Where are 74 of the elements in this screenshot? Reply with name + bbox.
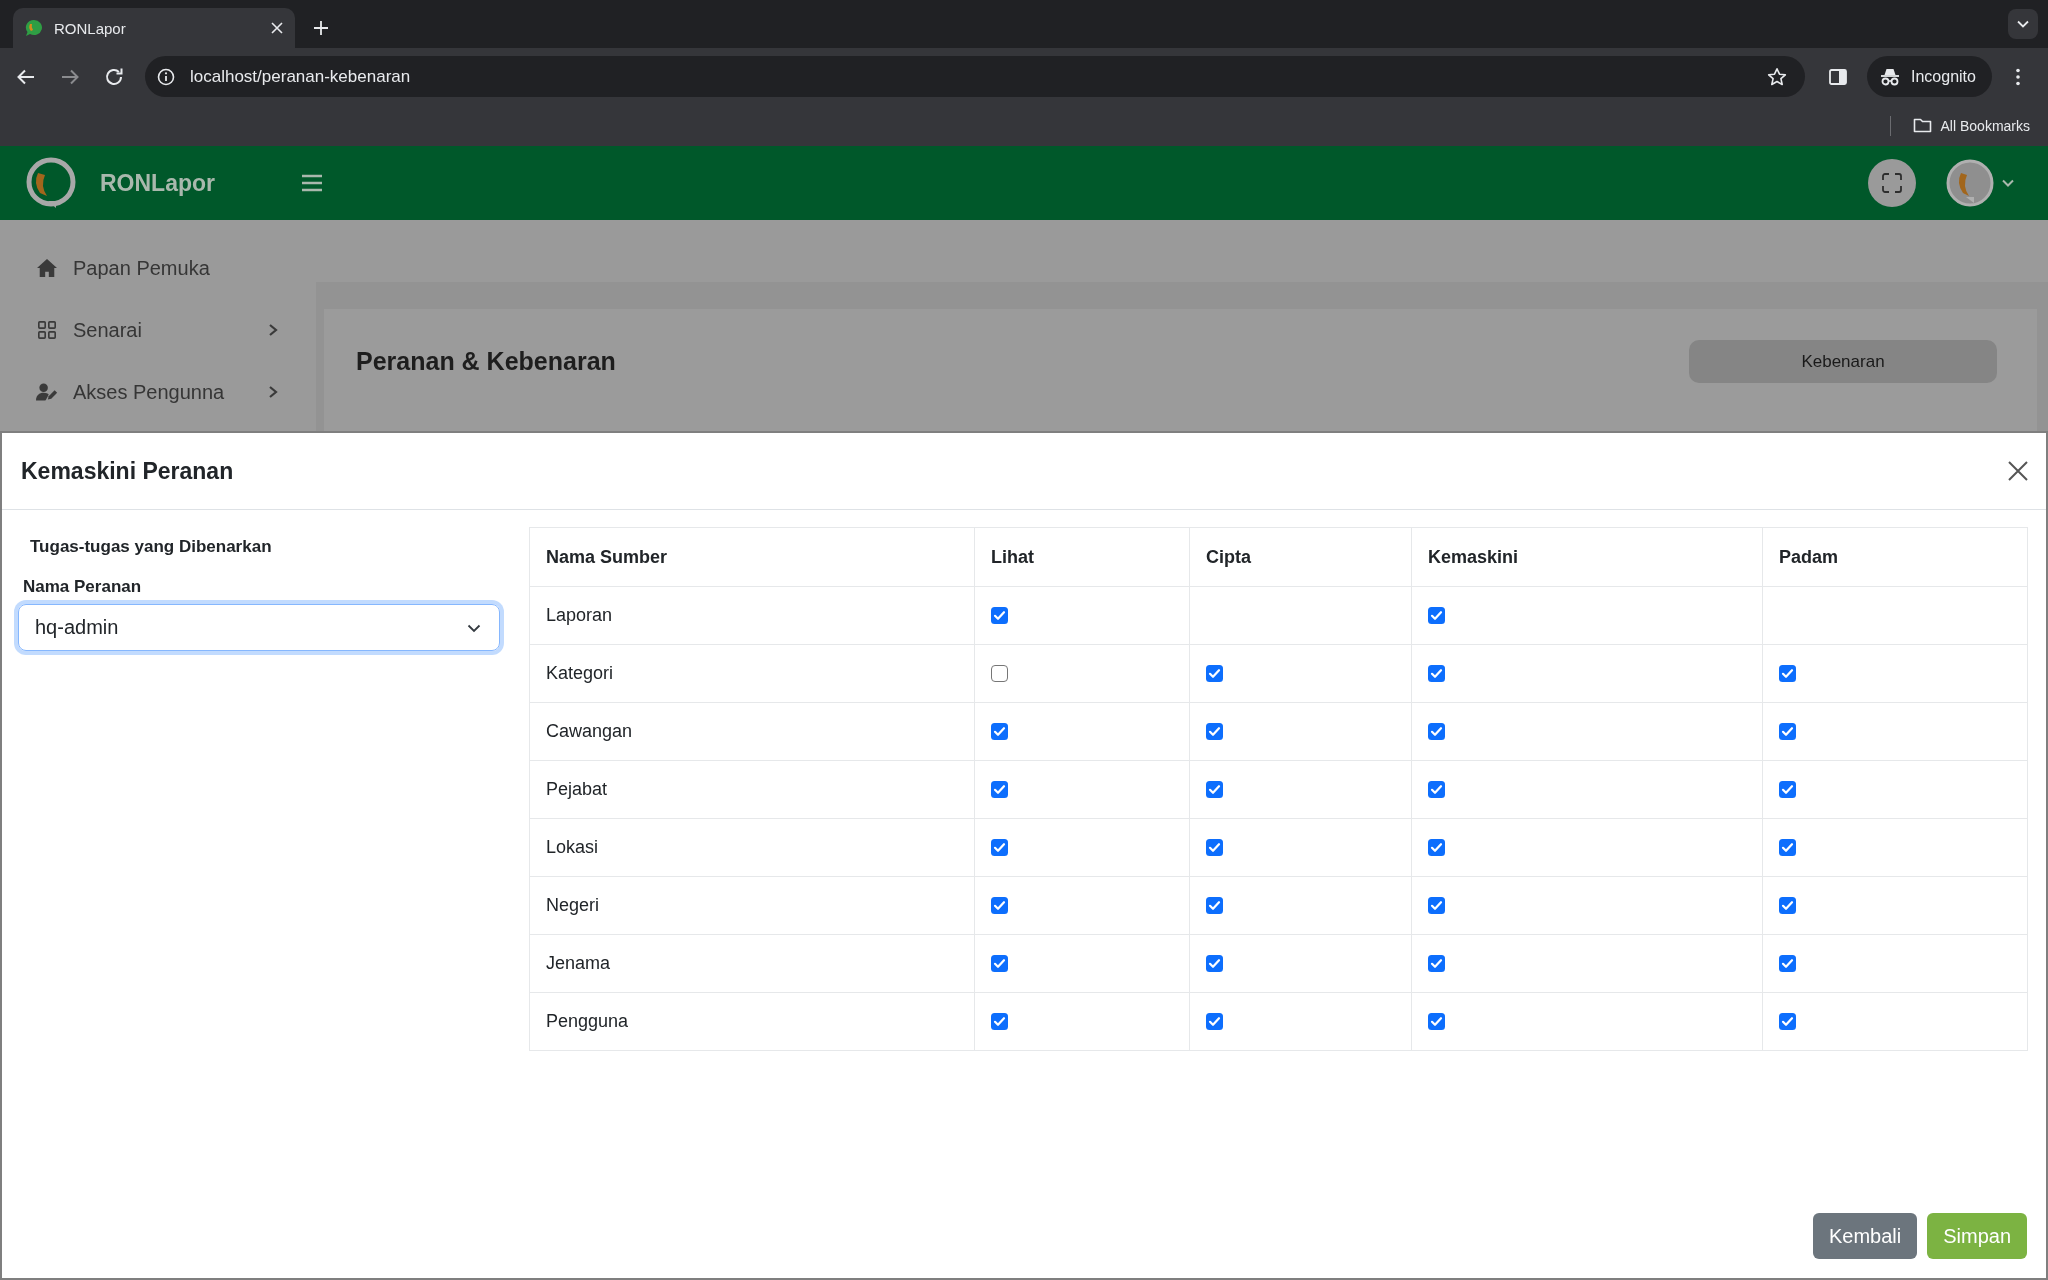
menu-icon[interactable] xyxy=(301,173,323,193)
tab-search-button[interactable] xyxy=(2008,9,2038,39)
checkbox[interactable] xyxy=(1779,665,1796,682)
checkbox[interactable] xyxy=(1779,897,1796,914)
sidebar-item[interactable]: Papan Pemuka xyxy=(0,237,316,299)
checkbox[interactable] xyxy=(1206,781,1223,798)
column-header: Padam xyxy=(1762,527,2028,587)
checkbox[interactable] xyxy=(1206,665,1223,682)
favicon-icon xyxy=(25,19,43,37)
save-button[interactable]: Simpan xyxy=(1927,1213,2027,1259)
bookmarks-folder[interactable]: All Bookmarks xyxy=(1912,117,2030,134)
table-cell: Pengguna xyxy=(529,992,975,1051)
checkbox[interactable] xyxy=(1428,665,1445,682)
table-cell: Negeri xyxy=(529,876,975,935)
back-button[interactable]: Kembali xyxy=(1812,1213,1918,1259)
checkbox[interactable] xyxy=(1779,781,1796,798)
permissions-button[interactable]: Kebenaran xyxy=(1689,340,1997,383)
checkbox[interactable] xyxy=(991,781,1008,798)
user-edit-icon xyxy=(36,382,58,402)
plus-icon[interactable] xyxy=(313,20,329,36)
table-cell: Cawangan xyxy=(529,702,975,761)
checkbox[interactable] xyxy=(1428,955,1445,972)
incognito-button[interactable]: Incognito xyxy=(1867,56,1992,97)
sidebar-item[interactable]: Akses Pengunna xyxy=(0,361,316,423)
house-icon xyxy=(36,258,58,278)
checkbox[interactable] xyxy=(1206,1013,1223,1030)
info-icon[interactable] xyxy=(157,67,175,86)
checkbox[interactable] xyxy=(1428,897,1445,914)
logo-icon[interactable] xyxy=(24,156,78,210)
section-title: Tugas-tugas yang Dibenarkan xyxy=(30,536,273,558)
checkbox[interactable] xyxy=(991,607,1008,624)
column-header: Nama Sumber xyxy=(529,527,975,587)
checkbox[interactable] xyxy=(1206,955,1223,972)
address-bar[interactable]: localhost/peranan-kebenaran xyxy=(145,56,1805,97)
checkbox[interactable] xyxy=(1779,1013,1796,1030)
checkbox[interactable] xyxy=(1206,723,1223,740)
table-cell: Jenama xyxy=(529,934,975,993)
checkbox[interactable] xyxy=(1428,1013,1445,1030)
checkbox[interactable] xyxy=(1779,723,1796,740)
browser-tab[interactable]: RONLapor xyxy=(13,8,295,48)
checkbox[interactable] xyxy=(1779,955,1796,972)
brand-name: RONLapor xyxy=(100,169,215,197)
column-header: Kemaskini xyxy=(1411,527,1763,587)
column-header: Lihat xyxy=(974,527,1190,587)
checkbox[interactable] xyxy=(991,665,1008,682)
column-header: Cipta xyxy=(1189,527,1412,587)
checkbox[interactable] xyxy=(991,897,1008,914)
page-title: Peranan & Kebenaran xyxy=(356,347,616,376)
modal-title: Kemaskini Peranan xyxy=(21,457,234,485)
table-cell: Lokasi xyxy=(529,818,975,877)
checkbox[interactable] xyxy=(1779,839,1796,856)
checkbox[interactable] xyxy=(991,839,1008,856)
checkbox[interactable] xyxy=(991,1013,1008,1030)
checkbox[interactable] xyxy=(1428,723,1445,740)
avatar-icon[interactable] xyxy=(1946,159,1994,207)
fullscreen-icon xyxy=(1881,172,1903,194)
fullscreen-button[interactable] xyxy=(1868,159,1916,207)
checkbox[interactable] xyxy=(1428,607,1445,624)
folder-icon xyxy=(1912,117,1932,134)
grid-icon xyxy=(36,320,58,340)
checkbox[interactable] xyxy=(991,955,1008,972)
checkbox[interactable] xyxy=(1206,839,1223,856)
url-text: localhost/peranan-kebenaran xyxy=(190,66,411,87)
checkbox[interactable] xyxy=(1428,839,1445,856)
close-icon[interactable] xyxy=(2007,460,2029,482)
star-icon[interactable] xyxy=(1767,66,1787,87)
table-cell: Laporan xyxy=(529,586,975,645)
sidebar-item[interactable]: Senarai xyxy=(0,299,316,361)
checkbox[interactable] xyxy=(1428,781,1445,798)
field-label: Nama Peranan xyxy=(23,576,143,598)
table-cell: Pejabat xyxy=(529,760,975,819)
checkbox[interactable] xyxy=(1206,897,1223,914)
checkbox[interactable] xyxy=(991,723,1008,740)
table-cell: Kategori xyxy=(529,644,975,703)
